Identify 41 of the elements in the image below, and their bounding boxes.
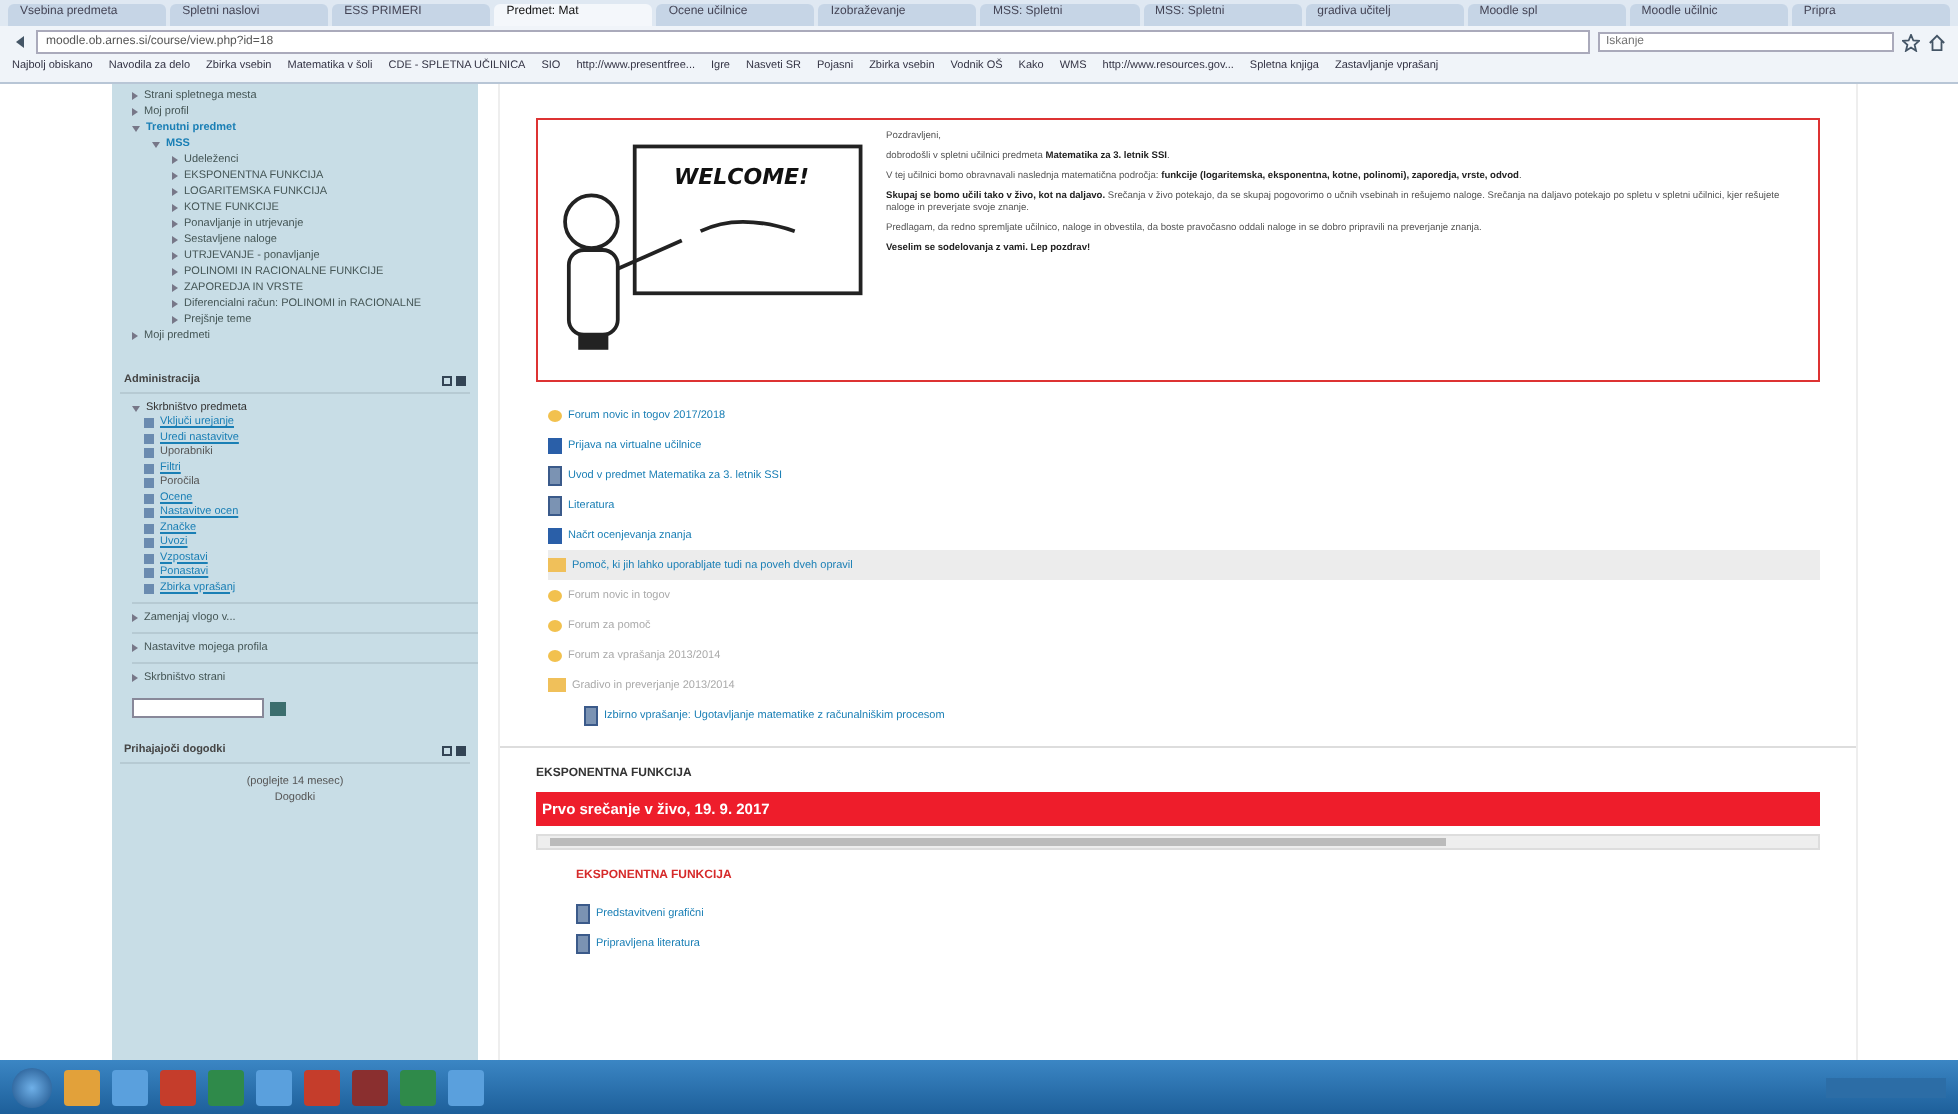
block-controls-icon[interactable] [442, 375, 466, 385]
expand-toggle-icon[interactable] [152, 141, 160, 147]
search-button[interactable] [270, 701, 286, 715]
expand-toggle-icon[interactable] [172, 252, 178, 260]
scrollbar[interactable] [536, 834, 1820, 850]
expand-toggle-icon[interactable] [172, 204, 178, 212]
back-button[interactable] [12, 34, 28, 50]
home-icon[interactable] [1928, 33, 1946, 51]
folder-icon [548, 678, 566, 692]
expand-toggle-icon[interactable] [172, 188, 178, 196]
page-icon [548, 527, 562, 543]
forum-icon [548, 409, 562, 421]
expand-toggle-icon[interactable] [172, 316, 178, 324]
expand-toggle-icon[interactable] [172, 236, 178, 244]
search-field[interactable] [132, 698, 264, 718]
document-icon [584, 705, 598, 725]
expand-toggle-icon[interactable] [172, 220, 178, 228]
page-icon [548, 437, 562, 453]
board-caption: WELCOME! [674, 164, 810, 190]
expand-toggle-icon[interactable] [132, 614, 138, 622]
expand-toggle-icon[interactable] [132, 674, 138, 682]
expand-toggle-icon[interactable] [172, 300, 178, 308]
expand-toggle-icon[interactable] [172, 156, 178, 164]
expand-toggle-icon[interactable] [172, 268, 178, 276]
taskbar-app-icon[interactable] [64, 1069, 100, 1105]
expand-toggle-icon[interactable] [132, 92, 138, 100]
forum-icon [548, 589, 562, 601]
expand-toggle-icon[interactable] [132, 644, 138, 652]
expand-toggle-icon[interactable] [172, 172, 178, 180]
expand-toggle-icon[interactable] [132, 405, 140, 411]
folder-icon [548, 558, 566, 572]
expand-toggle-icon[interactable] [132, 332, 138, 340]
expand-toggle-icon[interactable] [172, 284, 178, 292]
forum-icon [548, 649, 562, 661]
expand-toggle-icon[interactable] [132, 125, 140, 131]
expand-toggle-icon[interactable] [132, 108, 138, 116]
start-button[interactable] [12, 1067, 52, 1107]
block-controls-icon[interactable] [442, 745, 466, 755]
star-icon[interactable] [1902, 33, 1920, 51]
forum-icon [548, 619, 562, 631]
taskbar-app-icon[interactable] [352, 1069, 388, 1105]
